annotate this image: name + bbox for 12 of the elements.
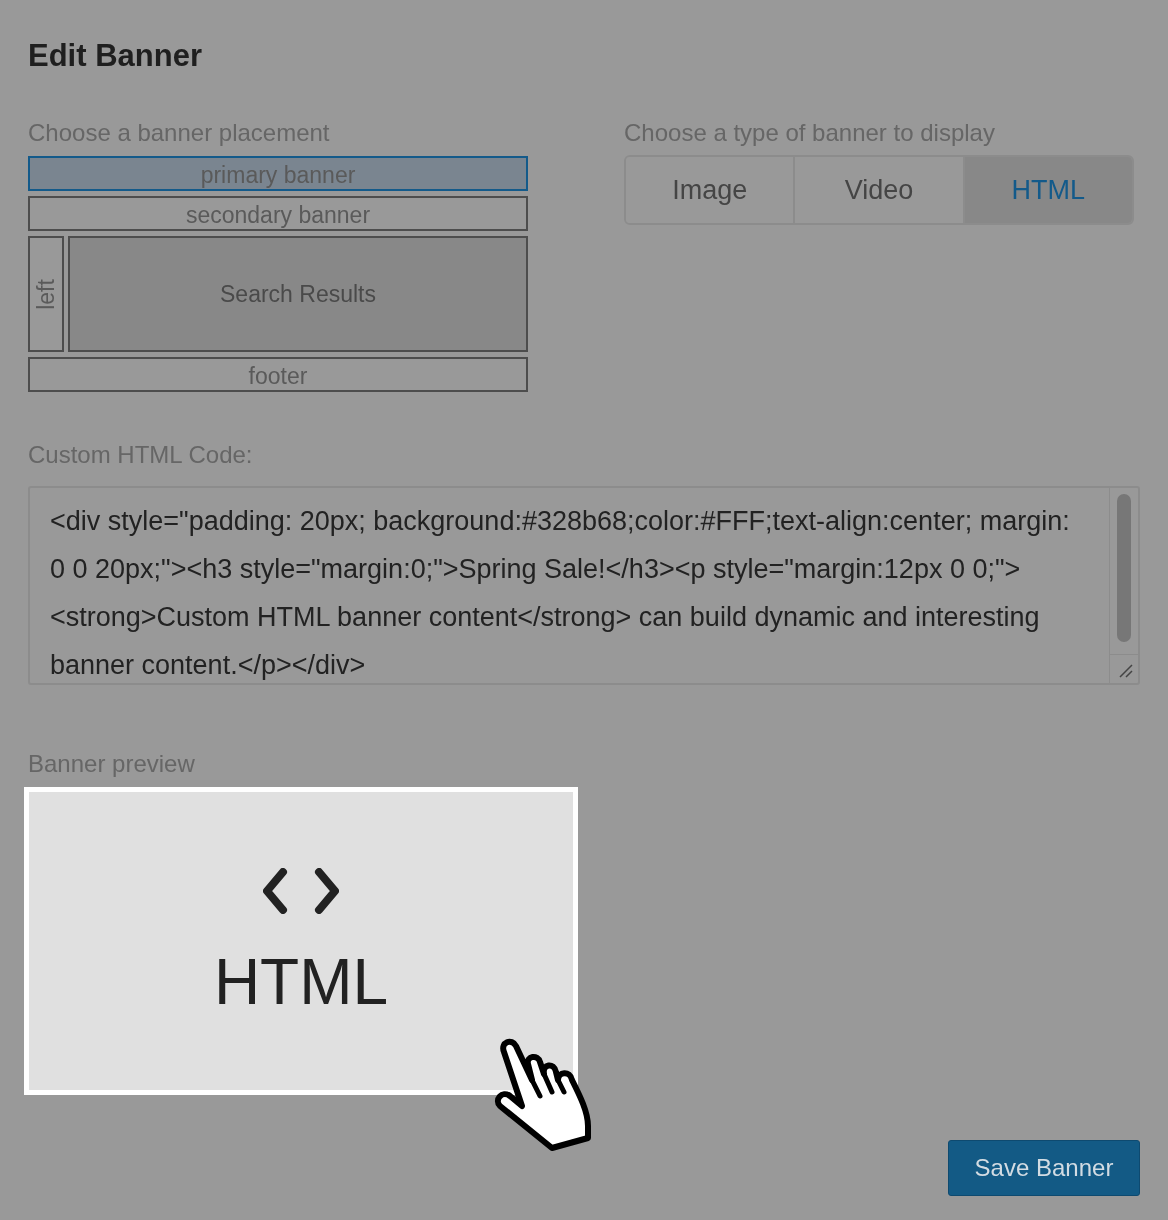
placement-option[interactable]: footer [28, 357, 528, 392]
banner-preview[interactable]: HTML [24, 787, 578, 1095]
save-button[interactable]: Save Banner [948, 1140, 1140, 1196]
page-title: Edit Banner [28, 38, 203, 74]
content-area: Search Results [68, 236, 528, 352]
type-tab[interactable]: HTML [964, 157, 1132, 223]
placement-option[interactable]: secondary banner [28, 196, 528, 231]
code-textarea[interactable]: <div style="padding: 20px; background:#328b68;color:#FFF;text-align:center; margin: 0 0 20px;"><h3 style="margin:0;">Spring Sale!</h3><p style="margin:12px 0 0;"><strong>Custom HTML banner content</strong> can build dynamic and interesting banner content.</p></div> [28, 486, 1140, 685]
scrollbar-thumb[interactable] [1117, 494, 1131, 642]
code-icon [263, 868, 339, 914]
preview-caption: HTML [213, 950, 389, 1014]
placement-option[interactable]: left [28, 236, 64, 352]
